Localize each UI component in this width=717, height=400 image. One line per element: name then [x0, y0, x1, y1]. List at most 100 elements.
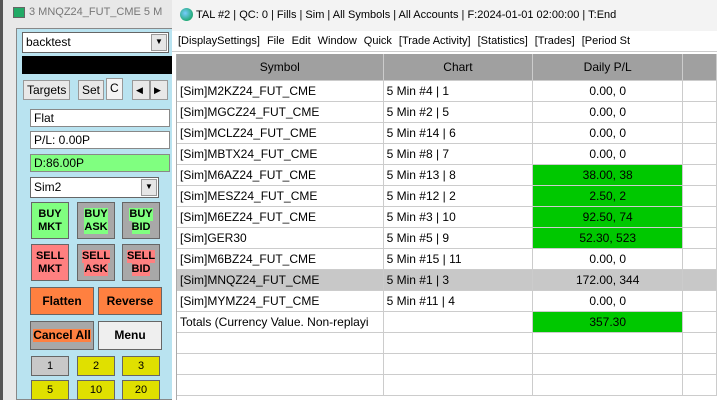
chart-cell: 5 Min #13 | 8: [384, 165, 534, 185]
reverse-button[interactable]: Reverse: [98, 287, 162, 315]
control-panel: backtest ▼ Targets Set C ◀ ▶ Flat P/L: 0.…: [16, 28, 175, 400]
label: BUY: [38, 207, 62, 220]
menu-item[interactable]: File: [267, 35, 285, 51]
message-bar: [22, 56, 174, 74]
col-daily-pl[interactable]: Daily P/L: [533, 54, 684, 80]
qty-5-button[interactable]: 5: [31, 380, 69, 400]
chart-cell: 5 Min #11 | 4: [384, 291, 534, 311]
qty-1-button[interactable]: 1: [31, 356, 69, 376]
buy-bid-button[interactable]: BUY BID: [122, 202, 160, 239]
daily-pl-cell: 38.00, 38: [533, 165, 684, 185]
window-title-bar: TAL #2 | QC: 0 | Fills | Sim | All Symbo…: [172, 0, 717, 31]
menu-item[interactable]: Quick: [364, 35, 392, 51]
trade-activity-window: TAL #2 | QC: 0 | Fills | Sim | All Symbo…: [172, 0, 717, 400]
symbol-cell: [Sim]MYMZ24_FUT_CME: [177, 291, 384, 311]
title-text: 3 MNQZ24_FUT_CME 5 M: [29, 6, 163, 18]
empty-row: [177, 354, 717, 375]
totals-label: Totals (Currency Value. Non-replayi: [177, 312, 384, 332]
empty-row: [177, 333, 717, 354]
symbol-cell: [Sim]M6BZ24_FUT_CME: [177, 249, 384, 269]
sell-ask-button[interactable]: SELL ASK: [77, 244, 115, 281]
buy-ask-button[interactable]: BUY ASK: [77, 202, 115, 239]
col-symbol[interactable]: Symbol: [177, 54, 384, 80]
menu-item[interactable]: Edit: [292, 35, 311, 51]
chevron-down-icon[interactable]: ▼: [151, 34, 167, 51]
table-row[interactable]: [Sim]GER30 5 Min #5 | 9 52.30, 523: [177, 228, 717, 249]
chart-cell: 5 Min #3 | 10: [384, 207, 534, 227]
table-row[interactable]: [Sim]M6AZ24_FUT_CME 5 Min #13 | 8 38.00, 3…: [177, 165, 717, 186]
table-row[interactable]: [Sim]M6BZ24_FUT_CME 5 Min #15 | 11 0.00, 0: [177, 249, 717, 270]
menu-item[interactable]: Window: [318, 35, 357, 51]
symbol-cell: [Sim]MBTX24_FUT_CME: [177, 144, 384, 164]
extra-cell: [683, 270, 717, 290]
extra-cell: [683, 123, 717, 143]
trade-account-combo[interactable]: Sim2 ▼: [30, 177, 159, 198]
app-icon: [13, 6, 25, 18]
qty-10-button[interactable]: 10: [77, 380, 115, 400]
daily-pl-cell: 92.50, 74: [533, 207, 684, 227]
table-row[interactable]: [Sim]MNQZ24_FUT_CME 5 Min #1 | 3 172.00, 3…: [177, 270, 717, 291]
daily-pl-cell: 172.00, 344: [533, 270, 684, 290]
daily-pl-cell: 52.30, 523: [533, 228, 684, 248]
menu-button[interactable]: Menu: [98, 321, 162, 350]
chart-cell: 5 Min #8 | 7: [384, 144, 534, 164]
position-status: Flat: [30, 109, 170, 127]
menu-item[interactable]: [Trades]: [535, 35, 575, 51]
empty-cell: [683, 354, 717, 374]
col-chart[interactable]: Chart: [384, 54, 534, 80]
daily-pl-cell: 0.00, 0: [533, 144, 684, 164]
empty-cell: [177, 375, 384, 395]
menu-item[interactable]: [Period St: [582, 35, 630, 51]
daily-pl-cell: 2.50, 2: [533, 186, 684, 206]
cancel-all-button[interactable]: Cancel All: [30, 321, 94, 350]
qty-3-button[interactable]: 3: [122, 356, 160, 376]
empty-cell: [177, 354, 384, 374]
trade-window: 3 MNQZ24_FUT_CME 5 M backtest ▼ Targets S…: [0, 0, 175, 400]
daily-pl-field: D:86.00P: [30, 154, 170, 172]
symbol-cell: [Sim]MCLZ24_FUT_CME: [177, 123, 384, 143]
label: SELL: [81, 249, 111, 263]
account-combo[interactable]: backtest ▼: [22, 32, 169, 53]
flatten-button[interactable]: Flatten: [30, 287, 94, 315]
empty-cell: [683, 375, 717, 395]
empty-cell: [384, 375, 534, 395]
table-row[interactable]: [Sim]MBTX24_FUT_CME 5 Min #8 | 7 0.00, 0: [177, 144, 717, 165]
chevron-down-icon[interactable]: ▼: [141, 179, 157, 196]
window-title: TAL #2 | QC: 0 | Fills | Sim | All Symbo…: [196, 9, 617, 21]
combo-value: Sim2: [34, 180, 62, 194]
pl-field: P/L: 0.00P: [30, 131, 170, 149]
symbol-cell: [Sim]MGCZ24_FUT_CME: [177, 102, 384, 122]
table-row[interactable]: [Sim]MESZ24_FUT_CME 5 Min #12 | 2 2.50, 2: [177, 186, 717, 207]
extra-cell: [683, 186, 717, 206]
menu-item[interactable]: [DisplaySettings]: [178, 35, 260, 51]
extra-cell: [683, 228, 717, 248]
table-row[interactable]: [Sim]M2KZ24_FUT_CME 5 Min #4 | 1 0.00, 0: [177, 81, 717, 102]
label: Cancel All: [33, 328, 91, 342]
sell-bid-button[interactable]: SELL BID: [122, 244, 160, 281]
symbol-cell: [Sim]GER30: [177, 228, 384, 248]
tab-targets[interactable]: Targets: [23, 80, 71, 100]
tab-set[interactable]: Set: [78, 80, 105, 100]
tab-c[interactable]: C: [106, 78, 123, 100]
buy-market-button[interactable]: BUY MKT: [31, 202, 69, 239]
totals-pl: 357.30: [533, 312, 684, 332]
empty-cell: [683, 333, 717, 353]
qty-20-button[interactable]: 20: [122, 380, 160, 400]
table-row[interactable]: [Sim]MGCZ24_FUT_CME 5 Min #2 | 5 0.00, 0: [177, 102, 717, 123]
empty-cell: [177, 333, 384, 353]
table-row[interactable]: [Sim]M6EZ24_FUT_CME 5 Min #3 | 10 92.50, 7…: [177, 207, 717, 228]
table-row[interactable]: [Sim]MCLZ24_FUT_CME 5 Min #14 | 6 0.00, 0: [177, 123, 717, 144]
empty-cell: [384, 354, 534, 374]
tab-scroll-left-icon[interactable]: ◀: [132, 80, 150, 100]
label: SELL: [126, 249, 156, 263]
sell-market-button[interactable]: SELL MKT: [31, 244, 69, 281]
label: MKT: [38, 262, 62, 275]
qty-2-button[interactable]: 2: [77, 356, 115, 376]
tab-scroll-right-icon[interactable]: ▶: [150, 80, 168, 100]
empty-cell: [533, 354, 684, 374]
extra-cell: [683, 312, 717, 332]
table-row[interactable]: [Sim]MYMZ24_FUT_CME 5 Min #11 | 4 0.00, 0: [177, 291, 717, 312]
menu-item[interactable]: [Statistics]: [478, 35, 528, 51]
menu-item[interactable]: [Trade Activity]: [399, 35, 471, 51]
header-row: Symbol Chart Daily P/L: [177, 54, 717, 81]
